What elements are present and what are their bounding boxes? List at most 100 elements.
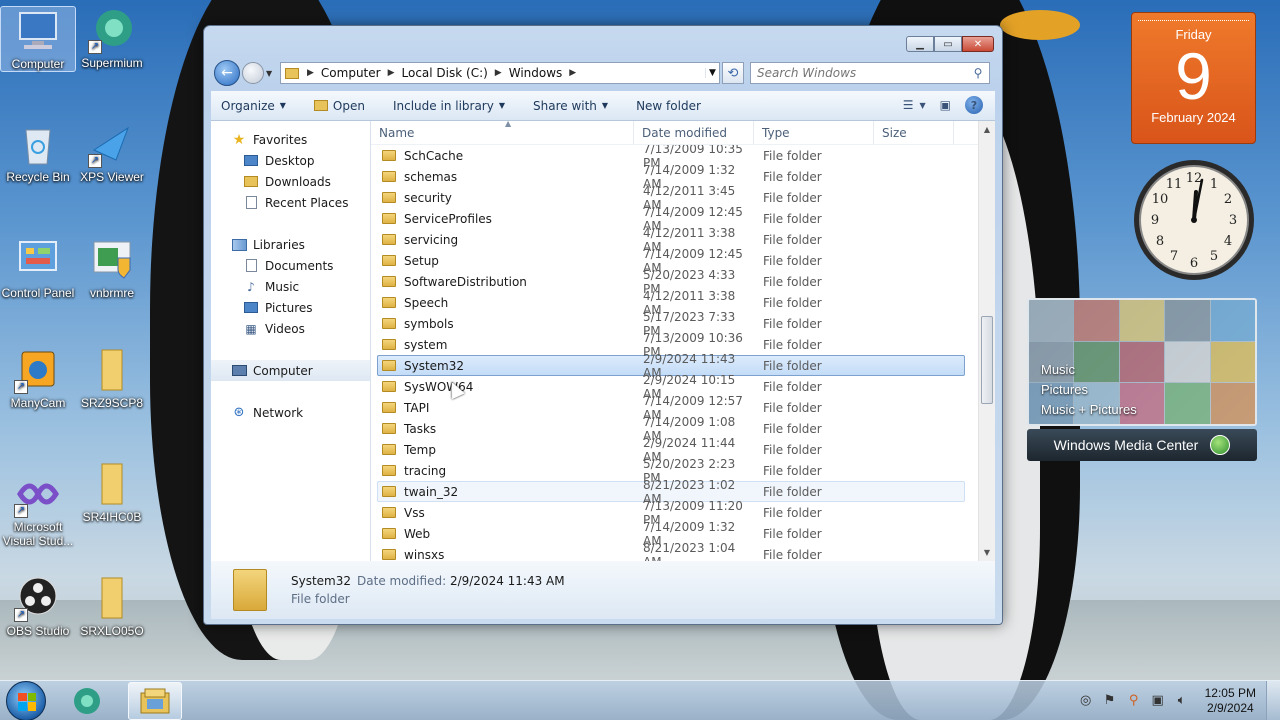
change-view-button[interactable]: ☰ [903,98,914,112]
include-in-library-button[interactable]: Include in library ▼ [393,99,505,113]
nav-pictures[interactable]: Pictures [211,297,370,318]
desktop-icon-manycam[interactable]: ↗ ManyCam [0,346,76,410]
help-button[interactable]: ? [965,96,983,114]
desktop-icon-computer[interactable]: Computer [0,6,76,72]
search-tray-icon[interactable]: ⚲ [1125,693,1143,709]
view-dropdown-icon[interactable]: ▼ [920,101,926,110]
manycam-tray-icon[interactable]: ◎ [1077,693,1095,709]
supermium-icon [74,687,100,714]
scroll-thumb[interactable] [981,316,993,404]
folder-icon [382,255,396,266]
column-header-name[interactable]: Name [371,121,634,144]
refresh-button[interactable]: ⟲ [722,62,744,84]
desktop-icon-srxlo05o[interactable]: SRXLO05O [74,574,150,638]
file-name: servicing [404,232,459,247]
supermium-icon: ↗ [88,6,136,54]
media-center-item-music[interactable]: Music [1041,360,1137,380]
media-center-gadget[interactable]: Music Pictures Music + Pictures Windows … [1027,298,1257,461]
nav-libraries[interactable]: Libraries [211,234,370,255]
folder-icon [88,460,136,508]
desktop-icon-xps-viewer[interactable]: ↗ XPS Viewer [74,120,150,184]
breadcrumb-computer[interactable]: Computer [316,66,386,80]
desktop-icon-srz9scp8[interactable]: SRZ9SCP8 [74,346,150,410]
file-type: File folder [763,169,822,184]
network-tray-icon[interactable]: ▣ [1149,693,1167,709]
maximize-button[interactable]: ▭ [934,36,962,52]
clock-gadget[interactable]: 12 1 2 345 678 9 10 11 [1132,158,1256,282]
start-button[interactable] [6,680,46,720]
open-button[interactable]: Open [313,99,365,113]
scroll-up-button[interactable]: ▲ [979,121,995,138]
forward-button[interactable] [242,62,264,84]
preview-pane-button[interactable]: ▣ [940,98,951,112]
desktop-icon-recycle-bin[interactable]: Recycle Bin [0,120,76,184]
file-row[interactable]: winsxs 8/21/2023 1:04 AM File folder [377,541,965,561]
desktop-icon-obs-studio[interactable]: ↗ OBS Studio [0,574,76,638]
scroll-down-button[interactable]: ▼ [979,544,995,561]
action-center-flag-icon[interactable]: ⚑ [1101,693,1119,709]
column-header-size[interactable]: Size [874,121,954,144]
breadcrumb-separator-icon[interactable]: ▶ [567,68,578,78]
nav-recent-places[interactable]: Recent Places [211,192,370,213]
address-bar[interactable]: ▶ Computer ▶ Local Disk (C:) ▶ Windows ▶… [280,62,720,84]
nav-music[interactable]: ♪ Music [211,276,370,297]
address-dropdown-button[interactable]: ▼ [705,68,719,78]
media-center-item-music-pictures[interactable]: Music + Pictures [1041,400,1137,420]
refresh-icon: ⟲ [727,65,739,81]
search-input[interactable] [757,66,967,80]
nav-computer[interactable]: Computer [211,360,370,381]
media-center-item-pictures[interactable]: Pictures [1041,380,1137,400]
explorer-window[interactable]: ▁ ▭ ✕ ← ▼ ▶ Computer ▶ Local Disk (C:) ▶… [203,25,1003,625]
breadcrumb-local-disk[interactable]: Local Disk (C:) [397,66,493,80]
back-button[interactable]: ← [214,60,240,86]
taskbar-app-explorer[interactable] [128,681,182,720]
breadcrumb-separator-icon[interactable]: ▶ [386,68,397,78]
nav-downloads[interactable]: Downloads [211,171,370,192]
view-controls: ☰ ▼ ▣ ? [889,96,983,114]
desktop-icon-sr4ihc0b[interactable]: SR4IHC0B [74,460,150,524]
chevron-down-icon: ▼ [601,101,609,110]
folder-icon [382,234,396,245]
nav-network[interactable]: ⊛ Network [211,402,370,423]
file-name: twain_32 [404,484,459,499]
minimize-button[interactable]: ▁ [906,36,934,52]
desktop-icon-vnbrmre[interactable]: vnbrmre [74,236,150,300]
search-box[interactable]: ⚲ [750,62,990,84]
nav-documents[interactable]: Documents [211,255,370,276]
calendar-gadget[interactable]: Friday 9 February 2024 [1131,12,1256,144]
nav-favorites[interactable]: ★ Favorites [211,129,370,150]
file-type: File folder [763,484,822,499]
media-center-launch-bar[interactable]: Windows Media Center [1027,429,1257,461]
nav-desktop[interactable]: Desktop [211,150,370,171]
file-name: Web [404,526,431,541]
details-name: System32 [291,574,352,588]
column-header-date-modified[interactable]: Date modified [634,121,754,144]
taskbar-app-supermium[interactable] [60,682,114,720]
breadcrumb-separator-icon[interactable]: ▶ [493,68,504,78]
system-tray: ◎ ⚑ ⚲ ▣ 🔈︎ 12:05 PM 2/9/2024 [1077,681,1280,720]
close-button[interactable]: ✕ [962,36,994,52]
folder-icon [382,423,396,434]
organize-button[interactable]: Organize ▼ [221,99,286,113]
libraries-icon [231,238,247,251]
desktop-icon-supermium[interactable]: ↗ Supermium [74,6,150,70]
volume-icon[interactable]: 🔈︎ [1173,693,1191,709]
search-icon[interactable]: ⚲ [967,66,989,80]
column-header-type[interactable]: Type [754,121,874,144]
nav-videos[interactable]: ▦ Videos [211,318,370,339]
file-type: File folder [763,505,822,520]
recent-pages-dropdown[interactable]: ▼ [266,69,276,78]
breadcrumb-windows[interactable]: Windows [504,66,568,80]
new-folder-button[interactable]: New folder [636,99,701,113]
manycam-icon: ↗ [14,346,62,394]
media-center-logo-icon [1210,435,1231,455]
breadcrumb-separator-icon[interactable]: ▶ [305,68,316,78]
file-name: system [404,337,448,352]
desktop-icon-control-panel[interactable]: Control Panel [0,236,76,300]
calendar-day: 9 [1175,39,1212,113]
share-with-button[interactable]: Share with ▼ [533,99,608,113]
vertical-scrollbar[interactable]: ▲ ▼ [978,121,995,561]
show-desktop-button[interactable] [1266,681,1280,720]
clock-tray[interactable]: 12:05 PM 2/9/2024 [1205,686,1256,716]
desktop-icon-visual-studio[interactable]: ↗ Microsoft Visual Stud... [0,470,76,548]
